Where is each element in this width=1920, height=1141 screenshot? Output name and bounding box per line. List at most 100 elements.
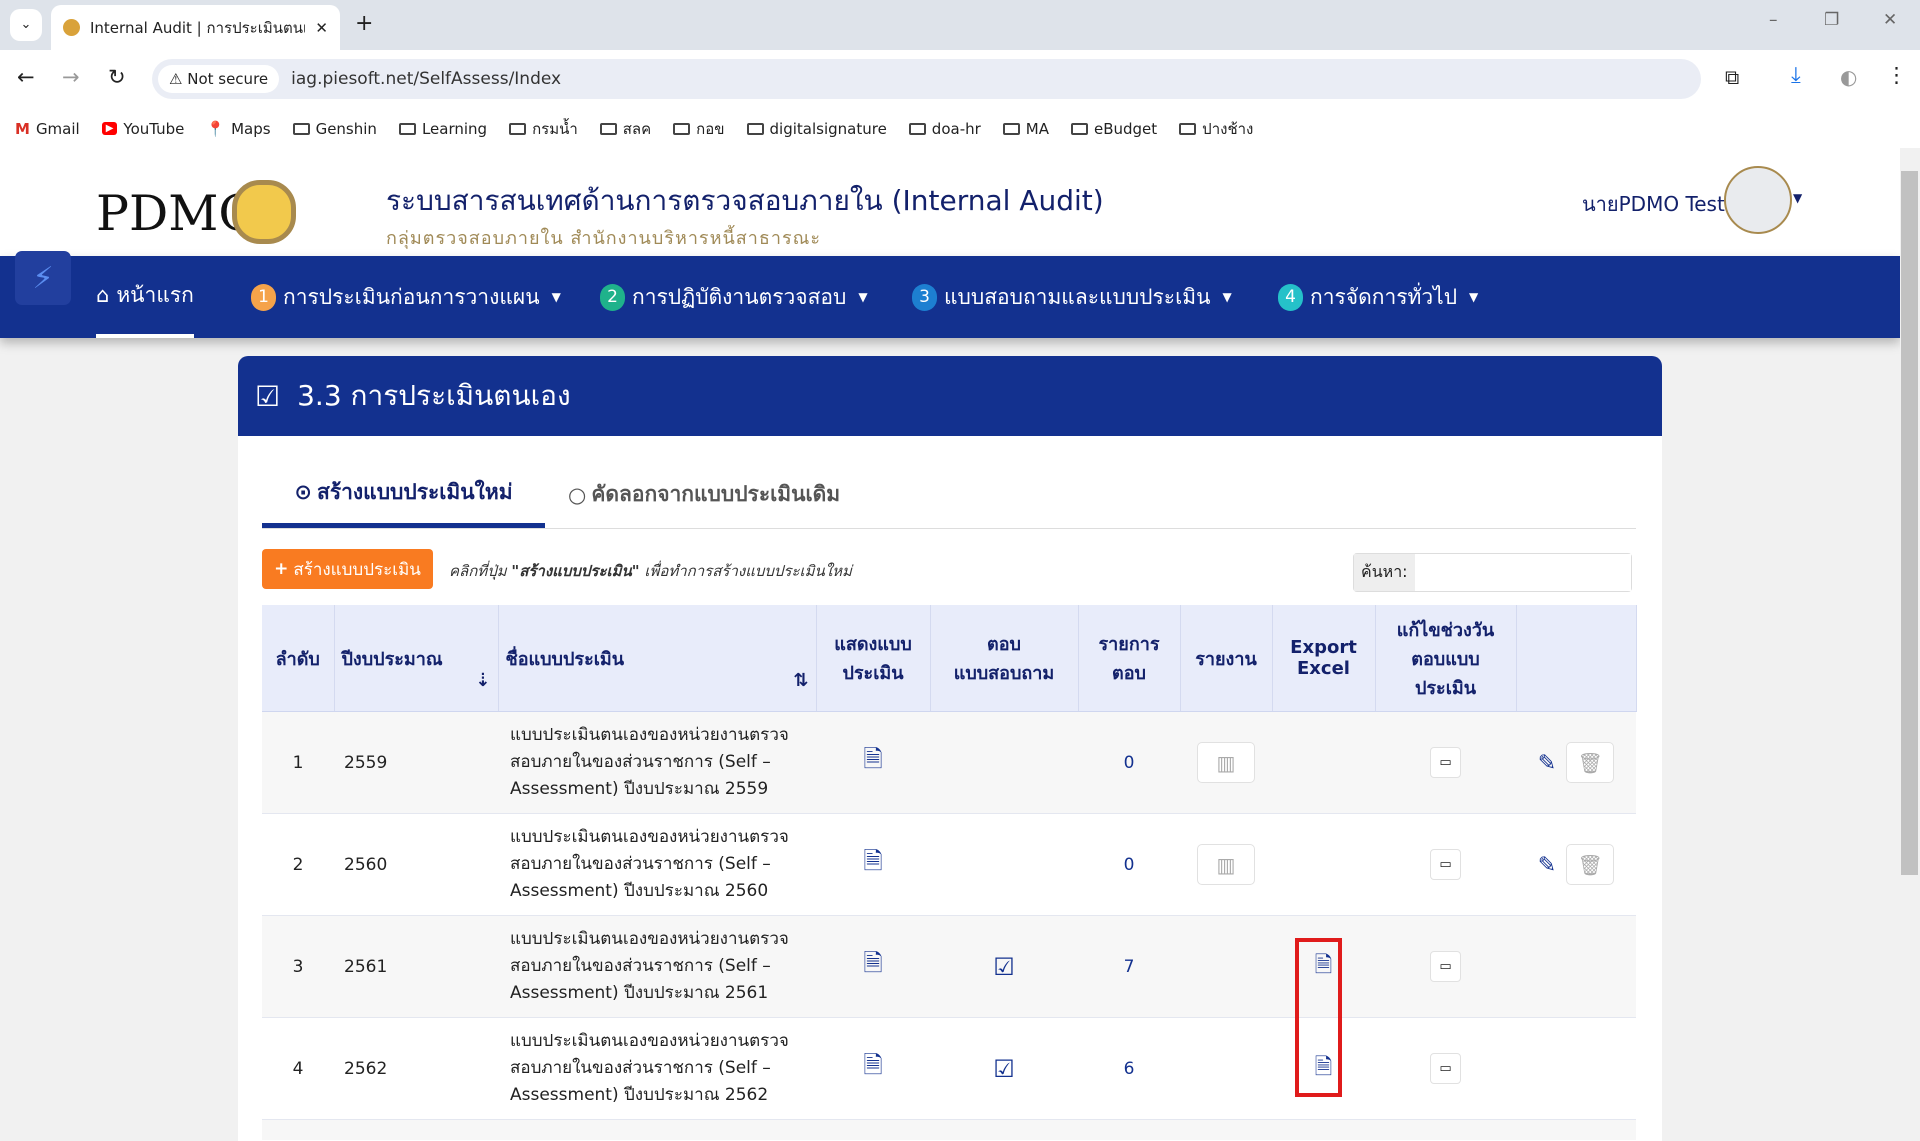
bookmark-folder[interactable]: MA <box>1002 119 1049 138</box>
tab-create-new[interactable]: ⊙ สร้างแบบประเมินใหม่ <box>262 461 545 528</box>
col-header-actions <box>1516 605 1637 712</box>
user-avatar[interactable] <box>1724 166 1792 234</box>
restore-button[interactable]: ❐ <box>1824 10 1839 30</box>
nav-item-3[interactable]: 3 แบบสอบถามและแบบประเมิน ▼ <box>912 256 1232 338</box>
bookmark-folder[interactable]: eBudget <box>1070 120 1157 138</box>
back-icon[interactable]: ← <box>17 65 35 89</box>
tab-search-button[interactable]: ⌄ <box>10 9 42 41</box>
row-no: 2 <box>262 813 334 916</box>
edit-pencil-icon[interactable]: ✎ <box>1538 751 1556 776</box>
col-header-year[interactable]: ปีงบประมาณ ⇣ <box>334 605 499 712</box>
folder-icon <box>599 122 617 135</box>
close-tab-icon[interactable]: ✕ <box>315 19 328 37</box>
view-document-icon[interactable]: 🗎 <box>863 745 882 773</box>
answer-checkbox-icon[interactable]: ☑ <box>993 953 1015 981</box>
table-row <box>262 1119 1636 1140</box>
extensions-icon[interactable]: ⧉ <box>1725 65 1739 89</box>
bookmark-folder[interactable]: สลค <box>599 117 651 141</box>
search-label: ค้นหา: <box>1354 554 1415 591</box>
minimize-button[interactable]: – <box>1769 10 1778 30</box>
nav-item-1[interactable]: 1 การประเมินก่อนการวางแผน ▼ <box>251 256 561 338</box>
bookmark-folder[interactable]: ปางช้าง <box>1179 117 1253 141</box>
logo-emblem-icon <box>232 180 296 244</box>
gmail-icon: M <box>15 119 30 138</box>
bookmark-folder[interactable]: กรมน้ำ <box>509 117 578 141</box>
tab-copy-existing[interactable]: ○ คัดลอกจากแบบประเมินเดิม <box>568 461 840 528</box>
scrollbar-thumb[interactable] <box>1901 171 1918 875</box>
folder-icon <box>1179 122 1197 135</box>
bookmark-label: MA <box>1025 119 1049 138</box>
nav-home-label: หน้าแรก <box>116 282 194 307</box>
view-document-icon[interactable]: 🗎 <box>863 949 882 977</box>
row-year: 2561 <box>334 915 498 1018</box>
url-text[interactable]: iag.piesoft.net/SelfAssess/Index <box>291 69 561 89</box>
bookmark-folder[interactable]: digitalsignature <box>746 120 887 138</box>
nav-number-badge: 3 <box>912 283 937 311</box>
caret-down-icon: ▼ <box>858 290 868 304</box>
favicon-icon <box>63 19 80 36</box>
col-header-no[interactable]: ลำดับ <box>262 605 335 712</box>
nav-label: การจัดการทั่วไป <box>1310 284 1458 309</box>
calendar-icon[interactable]: ▭ <box>1430 747 1461 778</box>
new-tab-button[interactable]: + <box>355 11 373 36</box>
search-input[interactable] <box>1414 554 1631 591</box>
forward-icon[interactable]: → <box>62 65 80 89</box>
nav-number-badge: 2 <box>600 283 625 311</box>
view-document-icon[interactable]: 🗎 <box>863 1051 882 1079</box>
sort-desc-icon[interactable]: ⇣ <box>475 670 490 691</box>
search-box: ค้นหา: <box>1353 553 1632 592</box>
nav-item-2[interactable]: 2 การปฏิบัติงานตรวจสอบ ▼ <box>600 256 868 338</box>
bookmark-label: กรมน้ำ <box>532 119 578 138</box>
report-chart-icon[interactable]: ▥ <box>1197 844 1255 885</box>
create-assessment-button[interactable]: + สร้างแบบประเมิน <box>262 549 433 589</box>
content-card: ☑ 3.3 การประเมินตนเอง ⊙ สร้างแบบประเมินใหม… <box>238 356 1662 1141</box>
close-window-button[interactable]: ✕ <box>1883 10 1897 30</box>
user-name[interactable]: นายPDMO Test <box>1582 188 1725 220</box>
nav-item-4[interactable]: 4 การจัดการทั่วไป ▼ <box>1278 256 1478 338</box>
calendar-icon[interactable]: ▭ <box>1430 849 1461 880</box>
bookmark-label: ปางช้าง <box>1202 119 1254 138</box>
address-bar[interactable]: ⚠ Not secure iag.piesoft.net/SelfAssess/… <box>152 59 1701 99</box>
calendar-icon[interactable]: ▭ <box>1430 951 1461 982</box>
row-count: 6 <box>1078 1017 1180 1120</box>
sort-icon[interactable]: ⇅ <box>793 670 808 691</box>
delete-trash-icon[interactable]: 🗑 <box>1566 742 1615 783</box>
bookmark-label: YouTube <box>123 119 185 138</box>
folder-icon <box>398 122 416 135</box>
sidebar-toggle-icon[interactable]: ⚡ <box>15 251 71 305</box>
bookmark-folder[interactable]: Learning <box>398 120 487 138</box>
caret-down-icon: ▼ <box>551 290 561 304</box>
bookmark-youtube[interactable]: ▶ YouTube <box>101 119 185 138</box>
bookmark-maps[interactable]: 📍 Maps <box>206 120 270 138</box>
col-header-show: แสดงแบบประเมิน <box>816 605 931 712</box>
bookmark-folder[interactable]: Genshin <box>292 120 377 138</box>
folder-icon <box>509 122 527 135</box>
col-header-count: รายการตอบ <box>1078 605 1181 712</box>
hint-bold: "สร้างแบบประเมิน" <box>511 562 640 580</box>
bookmark-gmail[interactable]: M Gmail <box>15 120 80 138</box>
bookmark-folder[interactable]: กอข <box>673 117 725 141</box>
tab-label: สร้างแบบประเมินใหม่ <box>317 479 513 504</box>
nav-home[interactable]: ⌂ หน้าแรก <box>96 256 194 338</box>
plus-icon: + <box>274 559 289 579</box>
bookmark-folder[interactable]: doa-hr <box>908 120 981 138</box>
not-secure-badge[interactable]: ⚠ Not secure <box>158 65 280 93</box>
tab-label: คัดลอกจากแบบประเมินเดิม <box>591 482 841 506</box>
delete-trash-icon[interactable]: 🗑 <box>1566 844 1615 885</box>
answer-checkbox-icon[interactable]: ☑ <box>993 1055 1015 1083</box>
download-icon[interactable]: ⤓ <box>1791 63 1801 88</box>
row-no: 3 <box>262 915 334 1018</box>
report-chart-icon[interactable]: ▥ <box>1197 742 1255 783</box>
folder-icon <box>1002 122 1020 135</box>
user-menu-caret-icon[interactable]: ▼ <box>1793 191 1802 205</box>
col-header-name[interactable]: ชื่อแบบประเมิน ⇅ <box>498 605 817 712</box>
edit-pencil-icon[interactable]: ✎ <box>1538 853 1556 878</box>
row-year: 2562 <box>334 1017 498 1120</box>
assessment-table: ลำดับ ปีงบประมาณ ⇣ ชื่อแบบประเมิน ⇅ แสดงแบ… <box>262 605 1637 1140</box>
profile-icon[interactable]: ◐ <box>1840 65 1857 89</box>
calendar-icon[interactable]: ▭ <box>1430 1053 1461 1084</box>
menu-icon[interactable]: ⋮ <box>1886 63 1907 87</box>
view-document-icon[interactable]: 🗎 <box>863 847 882 875</box>
browser-tab[interactable]: Internal Audit | การประเมินตนเอง ✕ <box>51 5 340 50</box>
reload-icon[interactable]: ↻ <box>108 65 126 89</box>
